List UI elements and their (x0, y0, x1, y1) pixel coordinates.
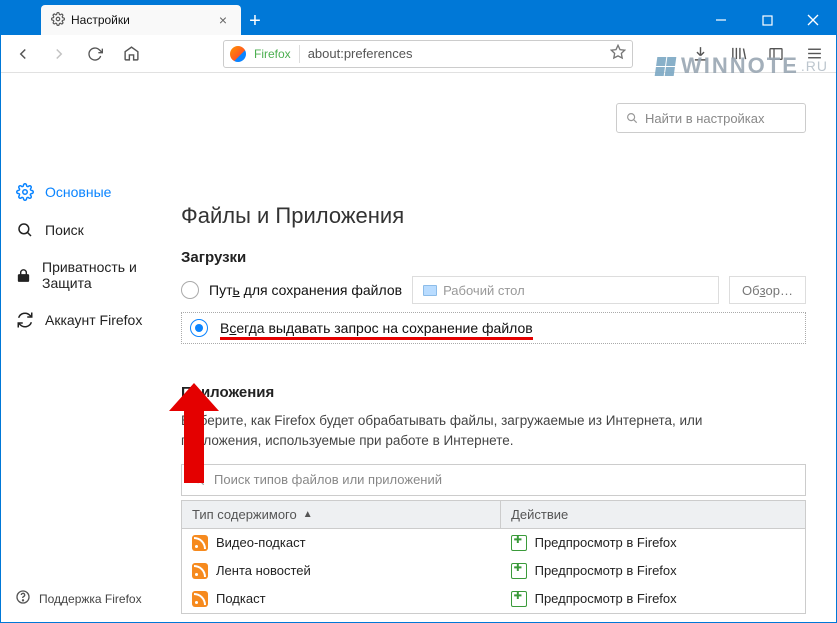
support-label: Поддержка Firefox (39, 592, 142, 606)
sidebar-item-search[interactable]: Поиск (1, 211, 181, 249)
gear-icon (51, 12, 65, 29)
gear-icon (15, 183, 35, 201)
bookmark-star-icon[interactable] (610, 44, 626, 63)
applications-heading: Приложения (181, 384, 806, 401)
lock-icon (15, 267, 32, 284)
preview-icon (511, 535, 527, 551)
minimize-button[interactable] (698, 5, 744, 35)
window-titlebar: Настройки × + (1, 1, 836, 35)
applications-search-placeholder: Поиск типов файлов или приложений (214, 472, 442, 487)
url-text: about:preferences (308, 46, 602, 61)
sidebar-item-label: Поиск (45, 222, 84, 238)
sidebar-item-label: Основные (45, 184, 111, 200)
new-tab-button[interactable]: + (241, 7, 269, 35)
save-path-row: Путь для сохранения файлов Рабочий стол … (181, 276, 806, 304)
rss-icon (192, 563, 208, 579)
preferences-panel: Найти в настройках Файлы и Приложения За… (181, 73, 836, 622)
table-row[interactable]: Лента новостей Предпросмотр в Firefox (182, 557, 805, 585)
table-row[interactable]: Подкаст Предпросмотр в Firefox (182, 585, 805, 613)
preferences-sidebar: Основные Поиск Приватность и Защита Акка… (1, 73, 181, 622)
search-icon (625, 111, 639, 125)
section-title: Файлы и Приложения (181, 203, 806, 229)
sidebar-item-label: Аккаунт Firefox (45, 312, 142, 328)
sort-ascending-icon: ▲ (303, 509, 313, 520)
browse-button[interactable]: Обзор… (729, 276, 806, 304)
sidebar-item-account[interactable]: Аккаунт Firefox (1, 301, 181, 339)
reload-button[interactable] (81, 40, 109, 68)
save-path-radio[interactable] (181, 281, 199, 299)
browser-tab[interactable]: Настройки × (41, 5, 241, 35)
maximize-button[interactable] (744, 5, 790, 35)
save-path-label: Путь для сохранения файлов (209, 282, 402, 298)
urlbar-separator (299, 45, 300, 63)
preferences-search[interactable]: Найти в настройках (616, 103, 806, 133)
save-path-display: Рабочий стол (412, 276, 719, 304)
save-path-value: Рабочий стол (443, 283, 525, 298)
preview-icon (511, 591, 527, 607)
always-ask-radio[interactable] (190, 319, 208, 337)
forward-button[interactable] (45, 40, 73, 68)
downloads-heading: Загрузки (181, 249, 806, 266)
preview-icon (511, 563, 527, 579)
applications-table: Тип содержимого ▲ Действие Видео-подкаст… (181, 500, 806, 614)
home-button[interactable] (117, 40, 145, 68)
tab-title: Настройки (71, 13, 130, 27)
support-link[interactable]: Поддержка Firefox (1, 575, 181, 622)
always-ask-label: Всегда выдавать запрос на сохранение фай… (220, 320, 533, 336)
url-bar[interactable]: Firefox about:preferences (223, 40, 633, 68)
column-header-type[interactable]: Тип содержимого ▲ (182, 501, 501, 528)
applications-search[interactable]: Поиск типов файлов или приложений (181, 464, 806, 496)
search-icon (15, 221, 35, 239)
help-icon (15, 589, 31, 608)
close-window-button[interactable] (790, 5, 836, 35)
sidebar-item-label: Приватность и Защита (42, 259, 167, 291)
table-row[interactable]: Видео-подкаст Предпросмотр в Firefox (182, 529, 805, 557)
sidebar-item-privacy[interactable]: Приватность и Защита (1, 249, 181, 301)
tab-close-button[interactable]: × (215, 12, 231, 28)
search-icon (192, 473, 206, 487)
firefox-logo-icon (230, 46, 246, 62)
sync-icon (15, 311, 35, 329)
preferences-search-placeholder: Найти в настройках (645, 111, 765, 126)
url-identity-label: Firefox (254, 47, 291, 61)
rss-icon (192, 591, 208, 607)
sidebar-item-general[interactable]: Основные (1, 173, 181, 211)
table-header: Тип содержимого ▲ Действие (182, 501, 805, 529)
folder-icon (423, 285, 437, 296)
column-header-action[interactable]: Действие (501, 501, 805, 528)
window-controls (698, 5, 836, 35)
rss-icon (192, 535, 208, 551)
back-button[interactable] (9, 40, 37, 68)
always-ask-row: Всегда выдавать запрос на сохранение фай… (181, 312, 806, 344)
applications-description: Выберите, как Firefox будет обрабатывать… (181, 411, 781, 452)
